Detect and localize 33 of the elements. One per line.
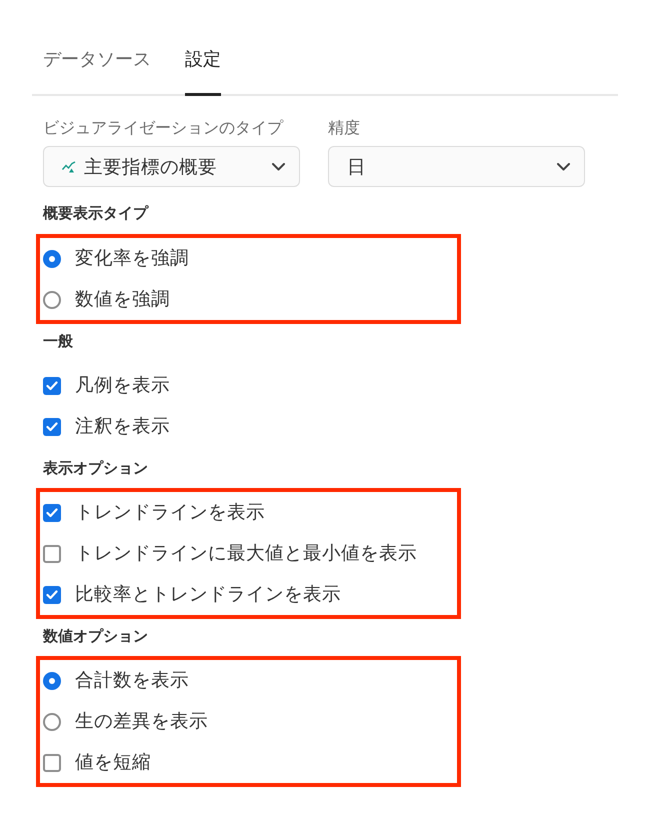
section-heading: 表示オプション <box>43 459 148 477</box>
radio-button[interactable] <box>43 672 61 690</box>
radio-button[interactable] <box>43 290 61 308</box>
option-label[interactable]: 生の差異を表示 <box>75 710 208 734</box>
option-label[interactable]: 注釈を表示 <box>75 414 170 438</box>
checkbox[interactable] <box>43 544 61 562</box>
checkbox[interactable] <box>43 504 61 522</box>
option-label[interactable]: 値を短縮 <box>75 750 151 774</box>
field-label: ビジュアライゼーションのタイプ <box>43 117 283 138</box>
option-label[interactable]: 数値を強調 <box>75 288 170 312</box>
checkbox[interactable] <box>43 586 61 604</box>
chevron-down-icon <box>557 162 570 170</box>
checkbox[interactable] <box>43 754 61 772</box>
dropdown[interactable]: 主要指標の概要 <box>43 146 300 187</box>
checkbox[interactable] <box>43 418 61 436</box>
trend-line-icon <box>62 160 76 172</box>
option-label[interactable]: 凡例を表示 <box>75 374 170 398</box>
checkbox[interactable] <box>43 376 61 394</box>
tab[interactable]: データソース <box>43 34 151 96</box>
section-heading: 一般 <box>43 332 73 350</box>
option-label[interactable]: 比較率とトレンドラインを表示 <box>75 582 341 606</box>
option-label[interactable]: トレンドラインに最大値と最小値を表示 <box>75 542 417 566</box>
option-label[interactable]: 合計数を表示 <box>75 668 189 692</box>
field-label: 精度 <box>328 117 360 138</box>
option-label[interactable]: トレンドラインを表示 <box>75 500 265 524</box>
chevron-down-icon <box>272 162 285 170</box>
section-heading: 数値オプション <box>43 627 148 645</box>
dropdown[interactable]: 日 <box>328 146 585 187</box>
radio-button[interactable] <box>43 250 61 268</box>
tab[interactable]: 設定 <box>185 34 221 96</box>
section-heading: 概要表示タイプ <box>43 204 148 222</box>
option-label[interactable]: 変化率を強調 <box>75 246 189 270</box>
radio-button[interactable] <box>43 712 61 730</box>
